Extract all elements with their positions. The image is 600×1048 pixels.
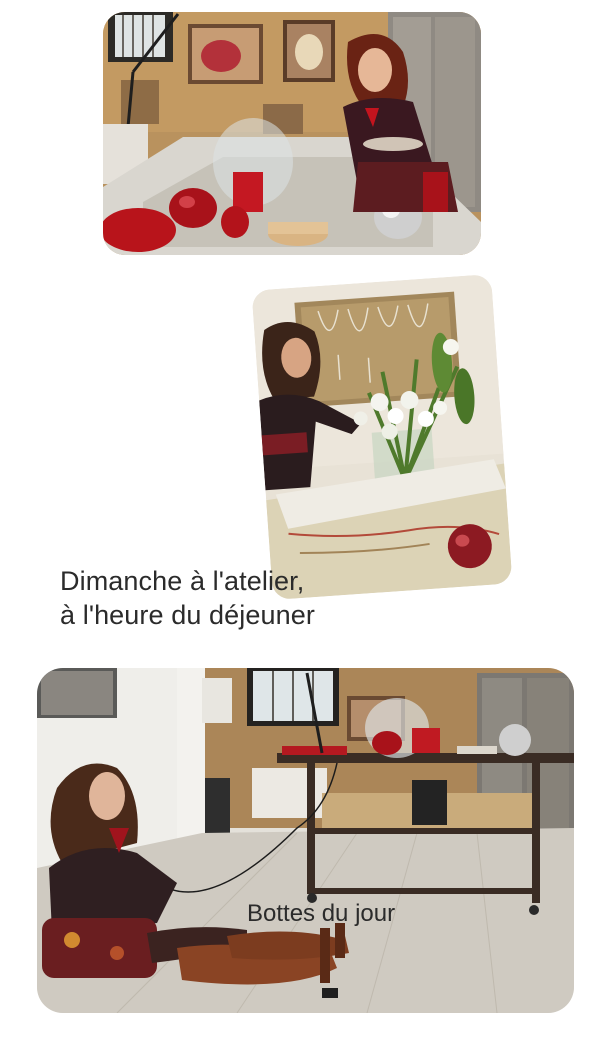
atelier-table-photo-image — [103, 12, 481, 255]
caption-boots-of-the-day: Bottes du jour — [247, 900, 396, 927]
atelier-table-photo — [103, 12, 481, 255]
boots-of-the-day-photo-image — [37, 668, 574, 1013]
boots-of-the-day-photo — [37, 668, 574, 1013]
caption-line-2: à l'heure du déjeuner — [60, 600, 315, 630]
caption-lunch-at-atelier: Dimanche à l'atelier, à l'heure du déjeu… — [60, 564, 315, 632]
flowers-arrangement-photo — [251, 274, 513, 600]
caption-line-1: Dimanche à l'atelier, — [60, 566, 305, 596]
flowers-arrangement-photo-image — [251, 274, 513, 600]
